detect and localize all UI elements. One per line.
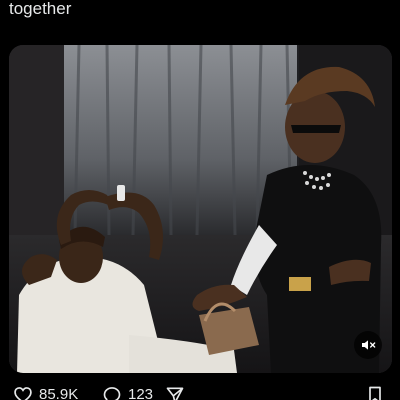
speaker-muted-icon [362,340,376,350]
tweet-text: together [9,0,72,18]
like-button[interactable]: 85.9K [13,384,78,400]
share-button[interactable] [165,384,185,400]
tweet-action-bar: 85.9K 123 [0,384,400,400]
share-icon [166,387,184,400]
bookmark-button[interactable] [366,384,384,400]
mute-toggle-button[interactable] [354,331,382,359]
bookmark-icon [369,386,381,400]
heart-icon [14,387,32,400]
reply-count: 123 [128,386,154,400]
like-count: 85.9K [39,386,79,400]
video-frame [9,45,392,373]
tweet-video[interactable] [9,45,392,373]
reply-button[interactable]: 123 [102,384,153,400]
speech-bubble-icon [103,387,121,400]
